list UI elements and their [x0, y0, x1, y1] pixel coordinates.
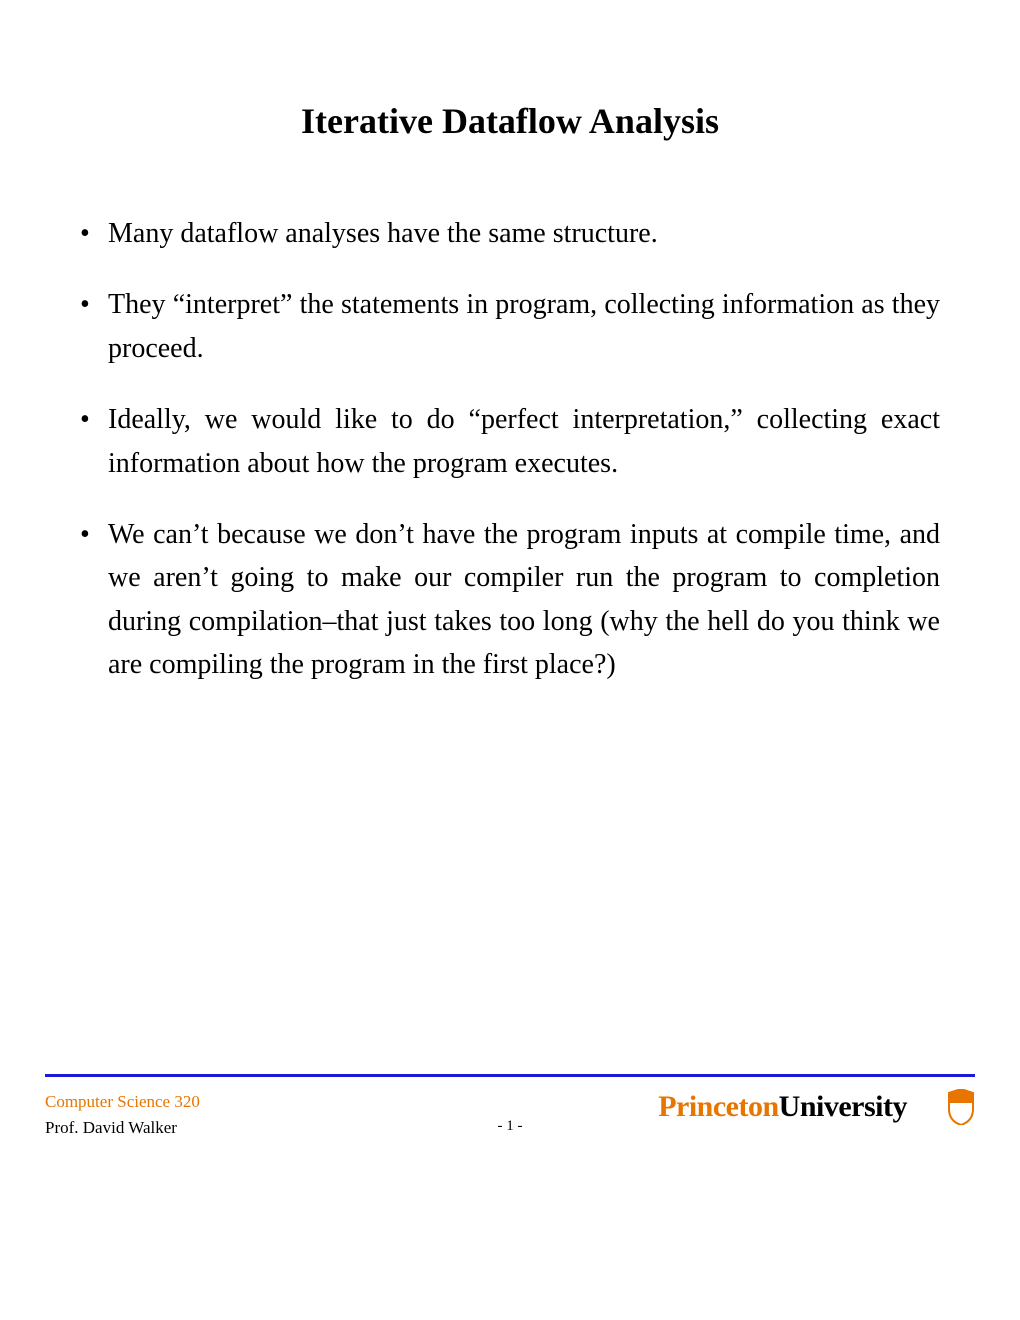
bullet-item: We can’t because we don’t have the progr… — [80, 513, 940, 687]
bullet-item: They “interpret” the statements in progr… — [80, 283, 940, 370]
footer-divider — [45, 1074, 975, 1077]
slide-title: Iterative Dataflow Analysis — [60, 100, 960, 142]
bullet-item: Many dataflow analyses have the same str… — [80, 212, 940, 255]
slide-content: Iterative Dataflow Analysis Many dataflo… — [0, 0, 1020, 687]
bullet-list: Many dataflow analyses have the same str… — [80, 212, 940, 687]
course-name: Computer Science 320 — [45, 1089, 200, 1115]
bullet-item: Ideally, we would like to do “perfect in… — [80, 398, 940, 485]
page-number: - 1 - — [0, 1118, 1020, 1135]
